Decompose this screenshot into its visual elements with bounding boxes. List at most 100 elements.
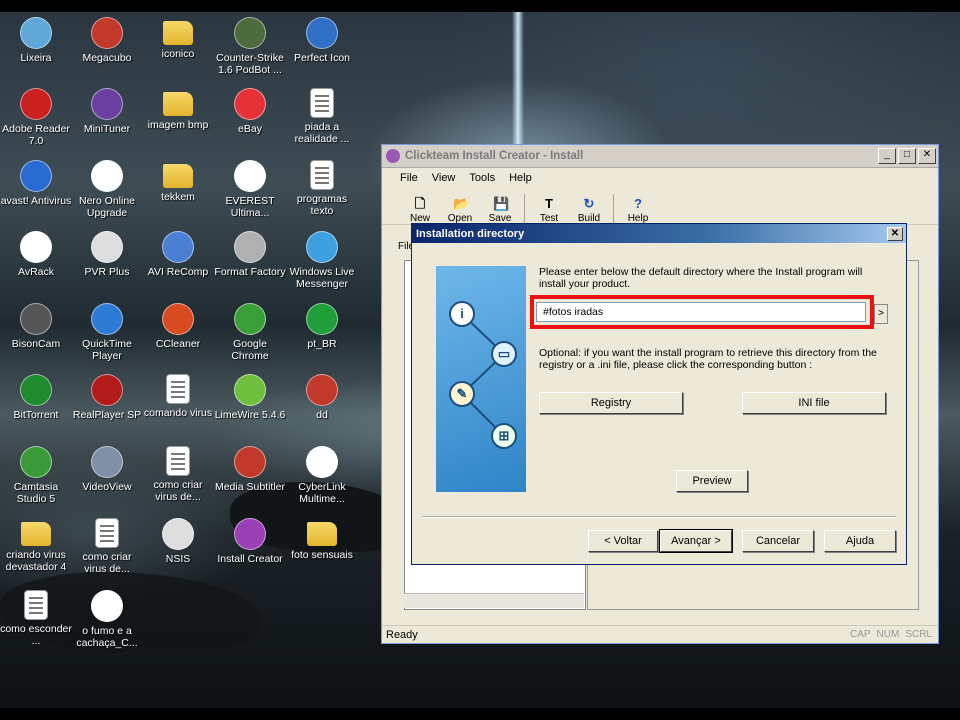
desktop-icon-label: o fumo e a cachaça_C... <box>76 625 138 649</box>
desktop-icon-label: QuickTime Player <box>82 338 132 362</box>
open-folder-icon: 📂 <box>453 196 470 211</box>
desktop-icon-label: MiniTuner <box>83 123 131 135</box>
desktop-icon[interactable]: imagem bmp <box>142 88 214 131</box>
document-icon <box>95 518 119 548</box>
toolbar-save-button[interactable]: 💾 Save <box>480 197 520 225</box>
desktop-icon[interactable]: tekkem <box>142 160 214 203</box>
desktop-icon[interactable]: criando virus devastador 4 <box>0 518 72 573</box>
desktop-icon[interactable]: NSIS <box>142 518 214 565</box>
desktop-icon[interactable]: Megacubo <box>71 17 143 64</box>
horizontal-scrollbar[interactable] <box>404 593 584 608</box>
desktop-icon[interactable]: programas texto <box>286 160 358 217</box>
test-icon: T <box>545 196 553 211</box>
minituner-icon <box>91 88 123 120</box>
toolbar-test-button[interactable]: T Test <box>529 196 569 225</box>
toolbar-open-button[interactable]: 📂 Open <box>440 196 480 225</box>
avrack-icon <box>20 231 52 263</box>
desktop-icon[interactable]: pt_BR <box>286 303 358 350</box>
desktop-icon[interactable]: dd <box>286 374 358 421</box>
desktop-icon[interactable]: como criar virus de... <box>142 446 214 503</box>
desktop-icon[interactable]: LimeWire 5.4.6 <box>214 374 286 421</box>
desktop-icon-label: NSIS <box>165 553 191 565</box>
nero-icon <box>91 160 123 192</box>
desktop-icon[interactable]: BisonCam <box>0 303 72 350</box>
desktop-icon[interactable]: piada a realidade ... <box>286 88 358 145</box>
desktop-icon[interactable]: eBay <box>214 88 286 135</box>
desktop-icon[interactable]: EVEREST Ultima... <box>214 160 286 219</box>
desktop-icon[interactable]: Media Subtitler <box>214 446 286 493</box>
dialog-titlebar[interactable]: Installation directory ✕ <box>412 224 906 243</box>
menu-file[interactable]: File <box>400 172 418 184</box>
maximize-button[interactable]: □ <box>898 148 916 164</box>
close-button[interactable]: ✕ <box>918 148 936 164</box>
desktop-icon-label: PVR Plus <box>84 266 130 278</box>
desktop-icon[interactable]: Install Creator <box>214 518 286 565</box>
cyberlink-icon <box>306 446 338 478</box>
menu-bar: File View Tools Help <box>382 168 938 188</box>
desktop-icon-label: Windows Live Messenger <box>289 266 355 290</box>
folder-icon <box>163 21 193 45</box>
desktop-icon[interactable]: Adobe Reader 7.0 <box>0 88 72 147</box>
adobe-reader-icon <box>20 88 52 120</box>
desktop-icon[interactable]: Format Factory <box>214 231 286 278</box>
window-titlebar[interactable]: Clickteam Install Creator - Install _ □ … <box>382 145 938 168</box>
desktop-icon[interactable]: VideoView <box>71 446 143 493</box>
desktop-icon[interactable]: Perfect Icon <box>286 17 358 64</box>
num-indicator: NUM <box>876 629 900 640</box>
cancel-button[interactable]: Cancelar <box>742 530 814 552</box>
dialog-close-button[interactable]: ✕ <box>887 226 903 241</box>
preview-button[interactable]: Preview <box>676 470 748 492</box>
desktop-icon[interactable]: Nero Online Upgrade <box>71 160 143 219</box>
install-creator-icon <box>234 518 266 550</box>
desktop-icon[interactable]: Windows Live Messenger <box>286 231 358 290</box>
desktop-icon[interactable]: AvRack <box>0 231 72 278</box>
toolbar-separator <box>613 194 614 224</box>
desktop-icon[interactable]: iconico <box>142 17 214 60</box>
limewire-icon <box>234 374 266 406</box>
document-icon <box>24 590 48 620</box>
minimize-button[interactable]: _ <box>878 148 896 164</box>
desktop-icon-label: AvRack <box>18 266 54 278</box>
desktop-icon[interactable]: como esconder ... <box>0 590 72 647</box>
desktop-icon[interactable]: BitTorrent <box>0 374 72 421</box>
desktop-icon[interactable]: AVI ReComp <box>142 231 214 278</box>
toolbar-build-button[interactable]: ↻ Build <box>569 197 609 225</box>
desktop-icon-label: AVI ReComp <box>147 266 209 278</box>
toolbar-separator <box>524 194 525 224</box>
desktop-icon[interactable]: PVR Plus <box>71 231 143 278</box>
desktop-icon-label: dd <box>316 409 328 421</box>
directory-instruction: Please enter below the default directory… <box>539 266 863 290</box>
desktop-icon[interactable]: CCleaner <box>142 303 214 350</box>
megacubo-icon <box>91 17 123 49</box>
desktop-icon[interactable]: Counter-Strike 1.6 PodBot ... <box>214 17 286 76</box>
desktop-icon[interactable]: Camtasia Studio 5 <box>0 446 72 505</box>
desktop-icon[interactable]: Google Chrome <box>214 303 286 362</box>
ini-file-button[interactable]: INI file <box>742 392 886 414</box>
desktop-icon-label: avast! Antivirus <box>0 195 72 207</box>
menu-help[interactable]: Help <box>509 172 532 184</box>
next-button[interactable]: Avançar > <box>659 529 733 553</box>
ebay-icon <box>234 88 266 120</box>
format-factory-icon <box>234 231 266 263</box>
wizard-graphic: i ▭ ✎ ⊞ <box>436 266 526 492</box>
desktop-icon[interactable]: Lixeira <box>0 17 72 64</box>
toolbar-new-button[interactable]: 🗋 New <box>400 197 440 225</box>
desktop-icon[interactable]: avast! Antivirus <box>0 160 72 207</box>
desktop-icon[interactable]: o fumo e a cachaça_C... <box>71 590 143 649</box>
registry-button[interactable]: Registry <box>539 392 683 414</box>
menu-view[interactable]: View <box>432 172 456 184</box>
desktop-icon[interactable]: MiniTuner <box>71 88 143 135</box>
browse-button[interactable]: > <box>874 304 888 324</box>
desktop-icon[interactable]: QuickTime Player <box>71 303 143 362</box>
back-button[interactable]: < Voltar <box>588 530 658 552</box>
help-button[interactable]: Ajuda <box>824 530 896 552</box>
desktop-icon[interactable]: como criar virus de... <box>71 518 143 575</box>
desktop-icon[interactable]: comando virus <box>142 374 214 419</box>
desktop-icon[interactable]: RealPlayer SP <box>71 374 143 421</box>
desktop-icon-label: como esconder ... <box>0 623 72 647</box>
desktop-icon[interactable]: foto sensuais <box>286 518 358 561</box>
info-icon: i <box>449 301 475 327</box>
toolbar-help-button[interactable]: ? Help <box>618 197 658 225</box>
desktop-icon[interactable]: CyberLink Multime... <box>286 446 358 505</box>
menu-tools[interactable]: Tools <box>469 172 495 184</box>
